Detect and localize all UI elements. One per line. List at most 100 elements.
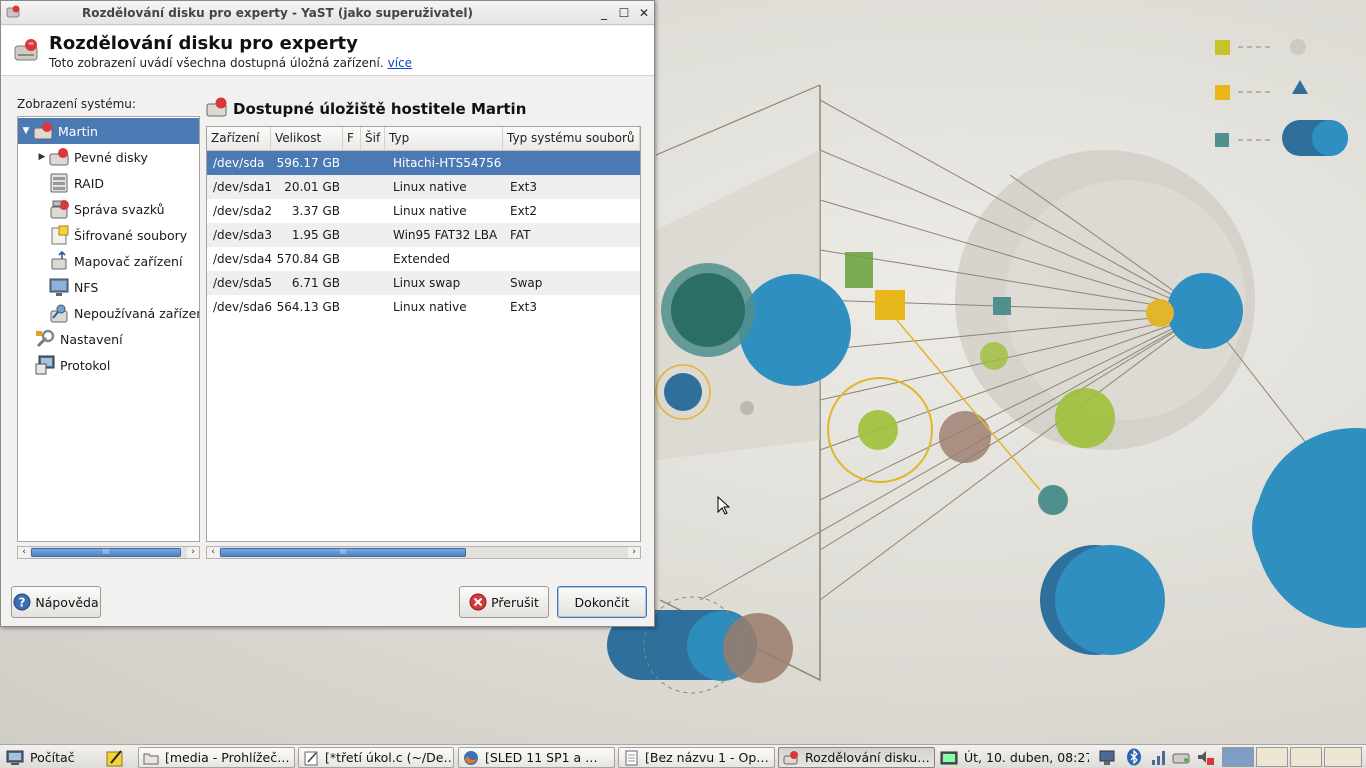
- tree-item-raid[interactable]: RAID: [18, 170, 199, 196]
- network-icon[interactable]: [1098, 748, 1116, 766]
- task-text-editor[interactable]: [*třetí úkol.c (~/De…: [298, 747, 454, 768]
- column-header-type[interactable]: Typ: [385, 127, 503, 150]
- show-desktop-button[interactable]: [940, 747, 960, 768]
- dialog-header: Rozdělování disku pro experty Toto zobra…: [1, 26, 654, 76]
- tree-item-label: Správa svazků: [74, 201, 165, 217]
- scroll-right-icon[interactable]: ›: [628, 547, 640, 558]
- task-firefox[interactable]: [SLED 11 SP1 a …: [458, 747, 615, 768]
- task-file-browser[interactable]: [media - Prohlížeč…: [138, 747, 295, 768]
- cell-size: 596.17 GB: [276, 156, 340, 170]
- drive-icon[interactable]: [1172, 748, 1190, 766]
- table-row[interactable]: /dev/sda3 1.95 GB Win95 FAT32 LBA FAT: [207, 223, 640, 247]
- scroll-thumb[interactable]: III: [220, 548, 466, 557]
- task-label: [media - Prohlížeč…: [165, 750, 290, 765]
- table-row[interactable]: /dev/sda4 570.84 GB Extended: [207, 247, 640, 271]
- minimize-icon[interactable]: _: [594, 3, 614, 23]
- abort-icon: [469, 593, 487, 611]
- raid-icon: [48, 172, 70, 194]
- window-title: Rozdělování disku pro experty - YaST (ja…: [81, 5, 474, 20]
- document-icon: [623, 750, 639, 766]
- workspace-1[interactable]: [1222, 747, 1254, 767]
- cell-device: /dev/sda2: [213, 204, 273, 218]
- tree-item-nfs[interactable]: NFS: [18, 274, 199, 300]
- cell-encrypted: [365, 223, 385, 247]
- table-horizontal-scrollbar[interactable]: ‹ III ›: [206, 546, 641, 559]
- system-view-tree[interactable]: ▼ Martin ▶ Pevné disky RAID Správa svazk…: [17, 116, 200, 542]
- cell-encrypted: [365, 295, 385, 319]
- cell-format: [347, 199, 361, 223]
- cell-encrypted: [365, 151, 385, 175]
- tree-item-label: Mapovač zařízení: [74, 253, 183, 269]
- storage-table[interactable]: Zařízení Velikost F Šif Typ Typ systému …: [206, 126, 641, 542]
- help-button[interactable]: ? Nápověda: [11, 586, 101, 618]
- tree-item-unused-devices[interactable]: Nepoužívaná zařízení: [18, 300, 200, 326]
- table-row[interactable]: /dev/sda1 20.01 GB Linux native Ext3: [207, 175, 640, 199]
- tree-item-hard-disks[interactable]: ▶ Pevné disky: [18, 144, 199, 170]
- task-office-document[interactable]: [Bez názvu 1 - Op…: [618, 747, 775, 768]
- collapsed-arrow-icon[interactable]: ▶: [36, 152, 48, 162]
- tree-item-volume-management[interactable]: Správa svazků: [18, 196, 199, 222]
- tree-item-label: Nastavení: [60, 331, 123, 347]
- abort-button[interactable]: Přerušit: [459, 586, 549, 618]
- table-row[interactable]: /dev/sda5 6.71 GB Linux swap Swap: [207, 271, 640, 295]
- cell-type: Linux native: [393, 180, 467, 194]
- volume-muted-icon[interactable]: [1196, 748, 1214, 766]
- window-titlebar[interactable]: Rozdělování disku pro experty - YaST (ja…: [1, 1, 654, 25]
- finish-button[interactable]: Dokončit: [557, 586, 647, 618]
- close-icon[interactable]: ✕: [634, 3, 654, 23]
- tree-horizontal-scrollbar[interactable]: ‹ III ›: [17, 546, 200, 559]
- tree-item-label: Pevné disky: [74, 149, 148, 165]
- workspace-2[interactable]: [1256, 747, 1288, 767]
- tree-item-label: Nepoužívaná zařízení: [74, 305, 200, 321]
- cell-size: 6.71 GB: [291, 276, 340, 290]
- signal-strength-icon[interactable]: [1150, 748, 1168, 766]
- tree-item-label: Martin: [58, 123, 98, 139]
- subtitle-text: Toto zobrazení uvádí všechna dostupná úl…: [49, 56, 384, 70]
- tree-item-label: Protokol: [60, 357, 111, 373]
- workspace-3[interactable]: [1290, 747, 1322, 767]
- maximize-icon[interactable]: ☐: [614, 3, 634, 23]
- column-header-encrypted[interactable]: Šif: [361, 127, 385, 150]
- tree-item-log[interactable]: Protokol: [18, 352, 199, 378]
- more-link[interactable]: více: [388, 56, 412, 70]
- table-row[interactable]: /dev/sda2 3.37 GB Linux native Ext2: [207, 199, 640, 223]
- column-header-device[interactable]: Zařízení: [207, 127, 271, 150]
- partitioner-header-icon: [12, 36, 40, 67]
- tree-item-encrypted-files[interactable]: Šifrované soubory: [18, 222, 199, 248]
- table-header: Zařízení Velikost F Šif Typ Typ systému …: [207, 127, 640, 151]
- cell-format: [347, 151, 361, 175]
- scroll-right-icon[interactable]: ›: [187, 547, 199, 558]
- workspace-4[interactable]: [1324, 747, 1362, 767]
- tree-item-device-mapper[interactable]: Mapovač zařízení: [18, 248, 199, 274]
- notes-launcher[interactable]: [106, 747, 128, 768]
- cell-size: 570.84 GB: [276, 252, 340, 266]
- scroll-left-icon[interactable]: ‹: [18, 547, 30, 558]
- column-header-size[interactable]: Velikost: [271, 127, 343, 150]
- clock[interactable]: Út, 10. duben, 08:27: [964, 747, 1089, 768]
- settings-icon: [34, 328, 56, 350]
- expanded-arrow-icon[interactable]: ▼: [20, 126, 32, 136]
- task-yast-partitioner[interactable]: Rozdělování disku…: [778, 747, 935, 768]
- harddisk-icon: [48, 146, 70, 168]
- cell-format: [347, 271, 361, 295]
- yast-partitioner-icon: [783, 750, 799, 766]
- tree-item-martin[interactable]: ▼ Martin: [18, 118, 199, 144]
- table-row[interactable]: /dev/sda6 564.13 GB Linux native Ext3: [207, 295, 640, 319]
- bluetooth-icon[interactable]: [1125, 748, 1143, 766]
- tree-item-label: NFS: [74, 279, 99, 295]
- cell-format: [347, 223, 361, 247]
- column-header-format[interactable]: F: [343, 127, 361, 150]
- column-header-fs-type[interactable]: Typ systému souborů: [503, 127, 640, 150]
- cell-device: /dev/sda6: [213, 300, 273, 314]
- scroll-left-icon[interactable]: ‹: [207, 547, 219, 558]
- cell-type: Linux native: [393, 204, 467, 218]
- mouse-pointer-icon: [717, 496, 731, 515]
- scroll-thumb[interactable]: III: [31, 548, 181, 557]
- cell-size: 1.95 GB: [291, 228, 340, 242]
- tree-item-settings[interactable]: Nastavení: [18, 326, 199, 352]
- abort-button-label: Přerušit: [491, 594, 539, 610]
- nfs-icon: [48, 276, 70, 298]
- table-row[interactable]: /dev/sda 596.17 GB Hitachi-HTS54756: [207, 151, 640, 175]
- harddisk-icon: [32, 120, 54, 142]
- computer-menu-button[interactable]: Počítač: [6, 747, 106, 768]
